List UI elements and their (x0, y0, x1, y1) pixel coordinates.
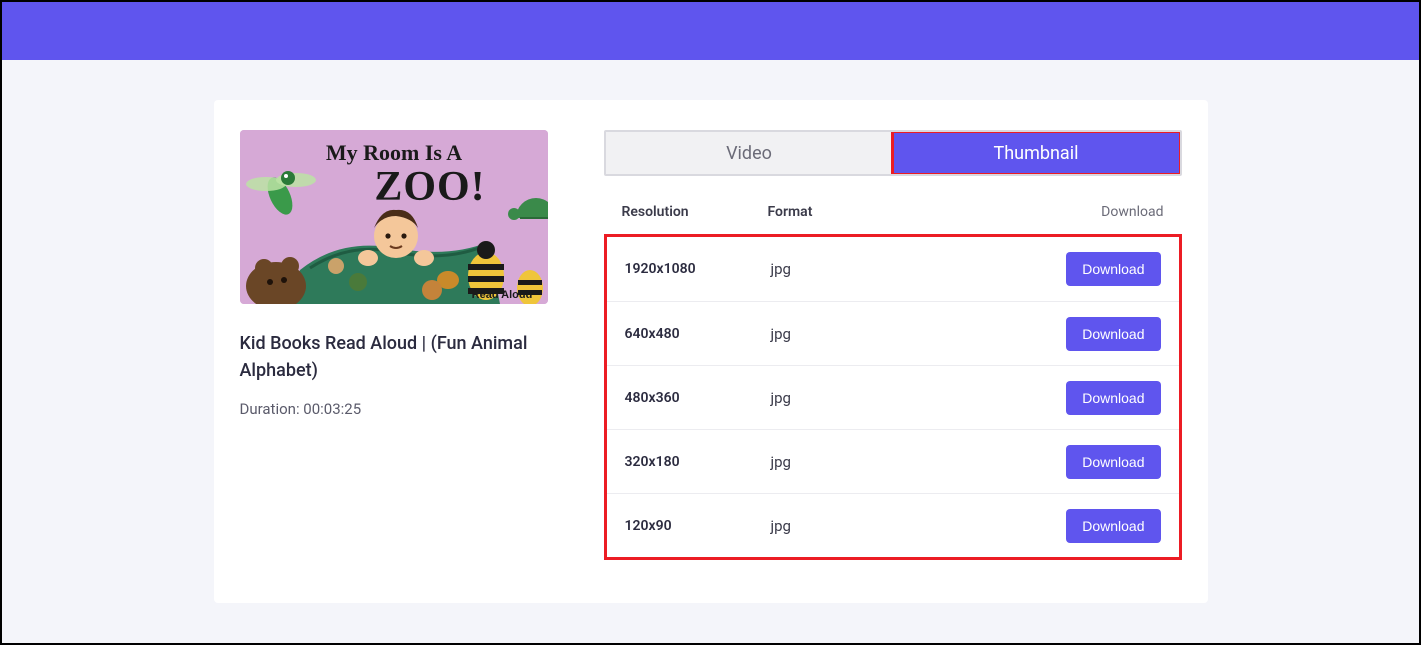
video-info-panel: My Room Is A ZOO! Read Aloud Kid Books R… (240, 130, 548, 567)
cell-format: jpg (771, 389, 1041, 407)
download-button[interactable]: Download (1066, 509, 1160, 543)
table-header-row: Resolution Format Download (604, 190, 1182, 234)
table-row: 640x480jpg Download (607, 301, 1179, 365)
table-row: 1920x1080jpg Download (607, 237, 1179, 301)
cell-download: Download (1041, 381, 1161, 415)
download-button[interactable]: Download (1066, 317, 1160, 351)
cell-download: Download (1041, 445, 1161, 479)
cell-resolution: 480x360 (625, 390, 771, 406)
col-header-download: Download (1044, 204, 1164, 220)
cell-resolution: 1920x1080 (625, 261, 771, 277)
cell-download: Download (1041, 252, 1161, 286)
tabs: Video Thumbnail (604, 130, 1182, 176)
cell-resolution: 640x480 (625, 326, 771, 342)
video-thumbnail[interactable]: My Room Is A ZOO! Read Aloud (240, 130, 548, 304)
workspace: My Room Is A ZOO! Read Aloud Kid Books R… (2, 60, 1419, 643)
cell-download: Download (1041, 317, 1161, 351)
cell-resolution: 320x180 (625, 454, 771, 470)
cell-format: jpg (771, 453, 1041, 471)
thumb-title-line1: My Room Is A (325, 140, 461, 165)
video-duration: Duration: 00:03:25 (240, 400, 548, 418)
thumb-title-line2: ZOO! (374, 164, 485, 210)
result-card: My Room Is A ZOO! Read Aloud Kid Books R… (214, 100, 1208, 603)
cell-format: jpg (771, 260, 1041, 278)
app-header (2, 2, 1419, 60)
col-header-format: Format (768, 204, 1044, 220)
table-row: 320x180jpg Download (607, 429, 1179, 493)
download-panel: Video Thumbnail Resolution Format Downlo… (604, 130, 1182, 567)
cell-format: jpg (771, 325, 1041, 343)
cell-download: Download (1041, 509, 1161, 543)
rows-highlight-box: 1920x1080jpgDownload640x480jpgDownload48… (604, 234, 1182, 560)
download-button[interactable]: Download (1066, 252, 1160, 286)
video-title: Kid Books Read Aloud | (Fun Animal Alpha… (240, 330, 548, 384)
download-button[interactable]: Download (1066, 445, 1160, 479)
table-row: 120x90jpg Download (607, 493, 1179, 557)
col-header-resolution: Resolution (622, 204, 768, 220)
tab-thumbnail[interactable]: Thumbnail (893, 132, 1180, 174)
cell-resolution: 120x90 (625, 518, 771, 534)
thumb-badge: Read Aloud (471, 289, 532, 301)
download-button[interactable]: Download (1066, 381, 1160, 415)
table-row: 480x360jpg Download (607, 365, 1179, 429)
cell-format: jpg (771, 517, 1041, 535)
tab-video[interactable]: Video (606, 132, 893, 174)
thumbnail-table: Resolution Format Download 1920x1080jpgD… (604, 190, 1182, 560)
